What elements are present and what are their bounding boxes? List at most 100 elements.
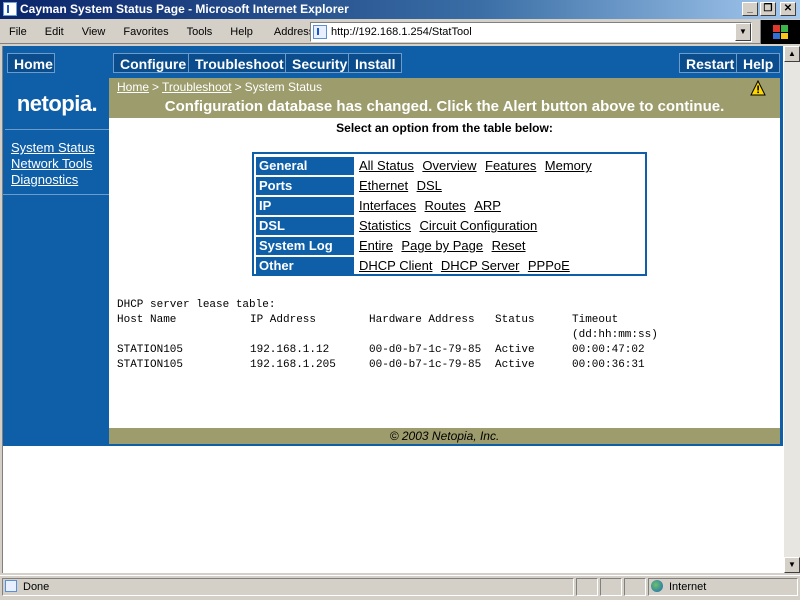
link-reset[interactable]: Reset	[492, 238, 526, 253]
header-host-name: Host Name	[117, 314, 177, 326]
options-row-dsl: DSL Statistics Circuit Configuration	[256, 216, 643, 236]
link-arp[interactable]: ARP	[474, 198, 501, 213]
ip-address-cell: 192.168.1.12	[250, 344, 330, 356]
nav-security[interactable]: Security	[285, 53, 355, 73]
sidebar-item-network-tools[interactable]: Network Tools	[3, 156, 109, 172]
link-all-status[interactable]: All Status	[359, 158, 414, 173]
menu-bar: File Edit View Favorites Tools Help Addr…	[0, 20, 800, 44]
category-label: Ports	[256, 177, 354, 195]
table-row: STATION105 192.168.1.12 00-d0-b7-1c-79-8…	[117, 343, 645, 358]
address-url[interactable]: http://192.168.1.254/StatTool	[331, 26, 472, 38]
category-label: General	[256, 157, 354, 175]
options-table: General All Status Overview Features Mem…	[252, 152, 647, 276]
options-row-other: Other DHCP Client DHCP Server PPPoE	[256, 256, 643, 276]
link-interfaces[interactable]: Interfaces	[359, 198, 416, 213]
vertical-scrollbar[interactable]: ▲ ▼	[784, 46, 800, 573]
address-bar[interactable]: http://192.168.1.254/StatTool ▼	[310, 22, 752, 42]
timeout-format: (dd:hh:mm:ss)	[572, 329, 658, 341]
link-memory[interactable]: Memory	[545, 158, 592, 173]
link-overview[interactable]: Overview	[422, 158, 476, 173]
zone-cell: Internet	[648, 578, 798, 596]
status-cell: Active	[495, 359, 535, 371]
link-circuit-configuration[interactable]: Circuit Configuration	[419, 218, 537, 233]
host-name-cell: STATION105	[117, 359, 184, 371]
alert-message: Configuration database has changed. Clic…	[164, 98, 725, 115]
nav-configure[interactable]: Configure	[113, 53, 194, 73]
options-row-general: General All Status Overview Features Mem…	[256, 156, 643, 176]
close-button[interactable]: ✕	[780, 2, 796, 16]
page-done-icon	[5, 580, 17, 592]
nav-troubleshoot[interactable]: Troubleshoot	[188, 53, 291, 73]
sidebar-item-system-status[interactable]: System Status	[3, 140, 109, 156]
breadcrumb-separator: >	[152, 80, 160, 94]
link-ethernet[interactable]: Ethernet	[359, 178, 408, 193]
link-dhcp-server[interactable]: DHCP Server	[441, 258, 520, 273]
status-cell	[600, 578, 622, 596]
status-cell	[624, 578, 646, 596]
maximize-button[interactable]: ❐	[760, 2, 776, 16]
title-bar: Cayman System Status Page - Microsoft In…	[0, 0, 800, 19]
link-pppoe[interactable]: PPPoE	[528, 258, 570, 273]
lease-table-title: DHCP server lease table:	[117, 299, 276, 311]
link-entire[interactable]: Entire	[359, 238, 393, 253]
address-dropdown-icon[interactable]: ▼	[735, 23, 751, 41]
nav-restart[interactable]: Restart	[679, 53, 742, 73]
warning-icon[interactable]	[750, 80, 766, 96]
timeout-cell: 00:00:36:31	[572, 359, 645, 371]
instruction-text: Select an option from the table below:	[336, 121, 553, 135]
sidebar-item-diagnostics[interactable]: Diagnostics	[3, 172, 109, 188]
options-row-ip: IP Interfaces Routes ARP	[256, 196, 643, 216]
timeout-cell: 00:00:47:02	[572, 344, 645, 356]
page-viewport: Home Configure Troubleshoot Security Ins…	[2, 46, 784, 573]
status-cell	[576, 578, 598, 596]
breadcrumb-separator: >	[234, 80, 242, 94]
status-text: Done	[23, 581, 50, 593]
hardware-address-cell: 00-d0-b7-1c-79-85	[369, 359, 482, 371]
menu-edit[interactable]: Edit	[36, 21, 73, 43]
zone-text: Internet	[669, 581, 707, 593]
link-routes[interactable]: Routes	[425, 198, 466, 213]
header-status: Status	[495, 314, 535, 326]
ip-address-cell: 192.168.1.205	[250, 359, 336, 371]
scroll-down-icon[interactable]: ▼	[784, 557, 800, 573]
link-page-by-page[interactable]: Page by Page	[401, 238, 483, 253]
minimize-button[interactable]: _	[742, 2, 758, 16]
nav-install[interactable]: Install	[348, 53, 403, 73]
options-row-ports: Ports Ethernet DSL	[256, 176, 643, 196]
table-row: STATION105 192.168.1.205 00-d0-b7-1c-79-…	[117, 358, 645, 373]
link-dsl[interactable]: DSL	[417, 178, 442, 193]
browser-window: Cayman System Status Page - Microsoft In…	[0, 0, 800, 600]
page-footer: © 2003 Netopia, Inc.	[109, 428, 780, 444]
hardware-address-cell: 00-d0-b7-1c-79-85	[369, 344, 482, 356]
alert-banner: Home > Troubleshoot > System Status Configur…	[109, 78, 780, 118]
content-area: Home > Troubleshoot > System Status Configur…	[109, 78, 780, 444]
nav-help[interactable]: Help	[736, 53, 781, 73]
netopia-logo: netopia.	[5, 78, 109, 130]
breadcrumb-home[interactable]: Home	[117, 80, 149, 94]
link-features[interactable]: Features	[485, 158, 536, 173]
link-dhcp-client[interactable]: DHCP Client	[359, 258, 432, 273]
host-name-cell: STATION105	[117, 344, 184, 356]
window-title: Cayman System Status Page - Microsoft In…	[20, 2, 349, 16]
breadcrumb-current: System Status	[244, 80, 323, 94]
link-statistics[interactable]: Statistics	[359, 218, 411, 233]
menu-favorites[interactable]: Favorites	[114, 21, 177, 43]
breadcrumb-troubleshoot[interactable]: Troubleshoot	[162, 80, 232, 94]
status-bar: Done Internet	[0, 575, 800, 597]
category-label: System Log	[256, 237, 354, 255]
sidebar-links: System Status Network Tools Diagnostics	[3, 140, 109, 195]
router-page: Home Configure Troubleshoot Security Ins…	[3, 46, 783, 446]
menu-file[interactable]: File	[0, 21, 36, 43]
nav-home[interactable]: Home	[7, 53, 55, 73]
menu-tools[interactable]: Tools	[178, 21, 222, 43]
menu-view[interactable]: View	[73, 21, 115, 43]
menu-help[interactable]: Help	[221, 21, 262, 43]
status-cell: Active	[495, 344, 535, 356]
status-text-cell: Done	[2, 578, 574, 596]
lease-table-header: Host Name IP Address Hardware Address St…	[117, 313, 618, 328]
header-timeout: Timeout	[572, 314, 619, 326]
scroll-up-icon[interactable]: ▲	[784, 46, 800, 62]
left-sidebar: netopia. System Status Network Tools Dia…	[3, 78, 109, 444]
windows-logo-icon	[760, 20, 800, 44]
globe-icon	[651, 580, 663, 592]
